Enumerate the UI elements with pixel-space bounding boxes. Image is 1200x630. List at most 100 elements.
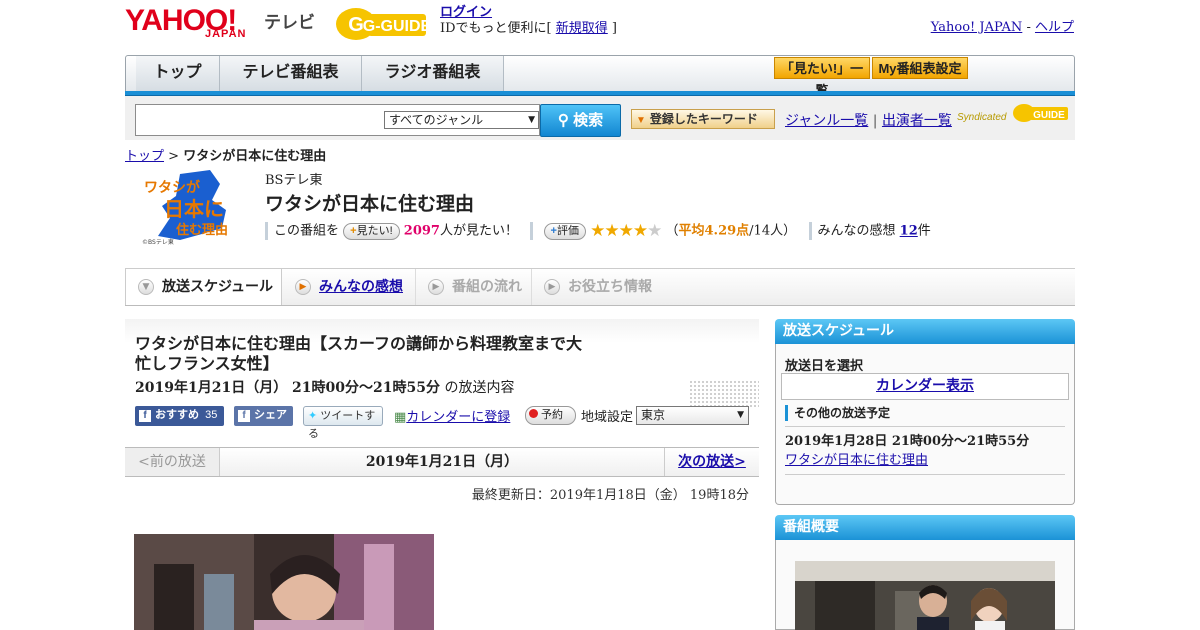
reviews-count-link[interactable]: 12 <box>900 224 918 239</box>
rate-button-label: 評価 <box>556 224 579 237</box>
reserve-label: 予約 <box>541 409 563 421</box>
broadcast-pager: <前の放送 2019年1月21日（月） 次の放送> <box>125 447 759 477</box>
rating-count: /14人） <box>749 223 797 239</box>
mitai-prefix: この番組を <box>274 223 340 239</box>
mitai-count: 2097 <box>403 223 440 239</box>
tv-logo-text[interactable]: テレビ <box>264 8 315 33</box>
rate-button[interactable]: +評価 <box>543 222 586 240</box>
last-updated: 最終更新日：2019年1月18日（金） 19時18分 <box>471 488 749 503</box>
calendar-display-button[interactable]: カレンダー表示 <box>781 373 1069 400</box>
record-icon <box>529 409 538 418</box>
tweet-button[interactable]: ✦ ツイートする <box>303 406 383 440</box>
next-broadcast: 次の放送> <box>664 448 759 476</box>
facebook-icon: f <box>139 410 151 422</box>
episode-datetime: 2019年1月21日（月） 21時00分～21時55分 の放送内容 <box>135 377 514 397</box>
search-icon: ⚲ <box>557 112 569 129</box>
chevron-right-icon: ▶ <box>295 279 311 295</box>
tab-flow[interactable]: ▶ 番組の流れ <box>415 269 531 305</box>
login-desc: IDでもっと便利に[ <box>440 21 556 36</box>
nav-tab-tv-schedule[interactable]: テレビ番組表 <box>220 56 362 91</box>
genre-select-value: すべてのジャンル <box>389 113 484 127</box>
overview-photo <box>795 561 1055 630</box>
divider <box>785 474 1065 475</box>
signup-link[interactable]: 新規取得 <box>556 21 608 36</box>
svg-text:住む理由: 住む理由 <box>176 222 228 238</box>
other-broadcasts-header: その他の放送予定 <box>785 405 890 421</box>
breadcrumb: トップ > ワタシが日本に住む理由 <box>125 145 326 164</box>
channel-name: BSテレ東 <box>265 173 323 188</box>
main-nav: トップ テレビ番組表 ラジオ番組表 「見たい!」一覧 My番組表設定 <box>125 55 1075 98</box>
fb-share-label: シェア <box>254 409 287 421</box>
facebook-icon: f <box>238 410 250 422</box>
performer-list-link[interactable]: 出演者一覧 <box>882 113 952 129</box>
triangle-down-icon: ▼ <box>636 115 646 126</box>
facebook-recommend-button[interactable]: f おすすめ 35 <box>135 406 224 426</box>
yahoo-japan-link[interactable]: Yahoo! JAPAN <box>931 20 1023 35</box>
genre-list-link[interactable]: ジャンル一覧 <box>785 113 868 129</box>
mitai-list-button[interactable]: 「見たい!」一覧 <box>774 57 870 98</box>
schedule-panel-header: 放送スケジュール <box>775 319 1075 344</box>
current-broadcast-date: 2019年1月21日（月） <box>365 454 519 470</box>
twitter-bird-icon: ✦ <box>308 410 318 422</box>
tab-reviews[interactable]: ▶ みんなの感想 <box>283 269 415 305</box>
search-button[interactable]: ⚲ 検索 <box>540 104 621 137</box>
breadcrumb-current: ワタシが日本に住む理由 <box>183 149 327 164</box>
reviews-label: みんなの感想 <box>817 223 896 239</box>
login-box: ログイン IDでもっと便利に[ 新規取得 ] <box>440 5 617 37</box>
tab-schedule[interactable]: ▼ 放送スケジュール <box>125 269 282 305</box>
other-broadcast-link[interactable]: ワタシが日本に住む理由 <box>785 453 928 468</box>
my-bangumi-button[interactable]: My番組表設定 <box>872 57 968 79</box>
breadcrumb-separator: > <box>164 149 184 164</box>
calendar-icon: ▦ <box>394 410 407 425</box>
syndicated-label: Syndicated <box>957 112 1007 123</box>
avg-open: （ <box>665 223 679 239</box>
svg-text:ワタシが: ワタシが <box>144 179 201 196</box>
calendar-display-link[interactable]: カレンダー表示 <box>876 378 974 394</box>
reviews-unit: 件 <box>917 223 931 239</box>
program-stats: この番組を +見たい! 2097人が見たい！ +評価 ★★★★★ （平均4.29… <box>265 221 931 241</box>
genre-select[interactable]: すべてのジャンル ▼ <box>384 111 539 129</box>
chevron-down-icon: ▼ <box>737 410 744 420</box>
divider <box>530 222 534 240</box>
svg-text:日本に: 日本に <box>164 197 224 221</box>
region-label: 地域設定 <box>581 410 634 425</box>
episode-datetime-suffix: の放送内容 <box>440 380 515 396</box>
calendar-register-link[interactable]: カレンダーに登録 <box>406 410 510 425</box>
region-select-value: 東京 <box>641 408 666 422</box>
reserve-button[interactable]: 予約 <box>525 406 576 425</box>
chevron-right-icon: ▶ <box>544 279 560 295</box>
fb-recommend-count: 35 <box>205 409 218 421</box>
svg-text:©BSテレ東: ©BSテレ東 <box>142 238 174 246</box>
nav-tab-top[interactable]: トップ <box>136 56 220 91</box>
region-select[interactable]: 東京 ▼ <box>636 406 749 425</box>
chevron-down-icon: ▼ <box>138 279 154 295</box>
registered-keyword-button[interactable]: ▼ 登録したキーワード <box>631 109 775 129</box>
divider <box>808 222 812 240</box>
tab-reviews-label: みんなの感想 <box>319 279 403 295</box>
episode-title: ワタシが日本に住む理由【スカーフの講師から料理教室まで大忙しフランス女性】 <box>135 334 583 373</box>
overview-panel-header: 番組概要 <box>775 515 1075 540</box>
facebook-share-button[interactable]: f シェア <box>234 406 293 426</box>
tab-flow-label: 番組の流れ <box>452 279 522 295</box>
avg-rating: 平均4.29点 <box>678 223 750 239</box>
svg-text:GUIDE: GUIDE <box>1033 110 1065 121</box>
other-broadcast-entry: ワタシが日本に住む理由 <box>785 449 928 468</box>
top-links-separator: - <box>1022 20 1035 35</box>
tab-info[interactable]: ▶ お役立ち情報 <box>531 269 663 305</box>
rating-stars: ★★★★★ <box>590 221 662 241</box>
program-thumbnail: ワタシが 日本に 住む理由 ©BSテレ東 <box>142 170 228 246</box>
chevron-down-icon: ▼ <box>528 115 535 125</box>
calendar-register: ▦カレンダーに登録 <box>394 406 510 425</box>
login-link[interactable]: ログイン <box>440 5 492 20</box>
help-link[interactable]: ヘルプ <box>1035 20 1074 35</box>
nav-tab-radio-schedule[interactable]: ラジオ番組表 <box>362 56 504 91</box>
gguide-logo[interactable]: G G-GUIDE <box>334 6 430 42</box>
mitai-suffix: 人が見たい！ <box>439 223 518 239</box>
mitai-button[interactable]: +見たい! <box>343 222 400 240</box>
divider <box>265 222 268 240</box>
breadcrumb-top-link[interactable]: トップ <box>125 149 164 164</box>
top-links: Yahoo! JAPAN - ヘルプ <box>931 16 1074 35</box>
next-broadcast-link[interactable]: 次の放送> <box>678 454 746 470</box>
fb-recommend-label: おすすめ <box>155 409 199 421</box>
prev-broadcast: <前の放送 <box>125 448 220 476</box>
